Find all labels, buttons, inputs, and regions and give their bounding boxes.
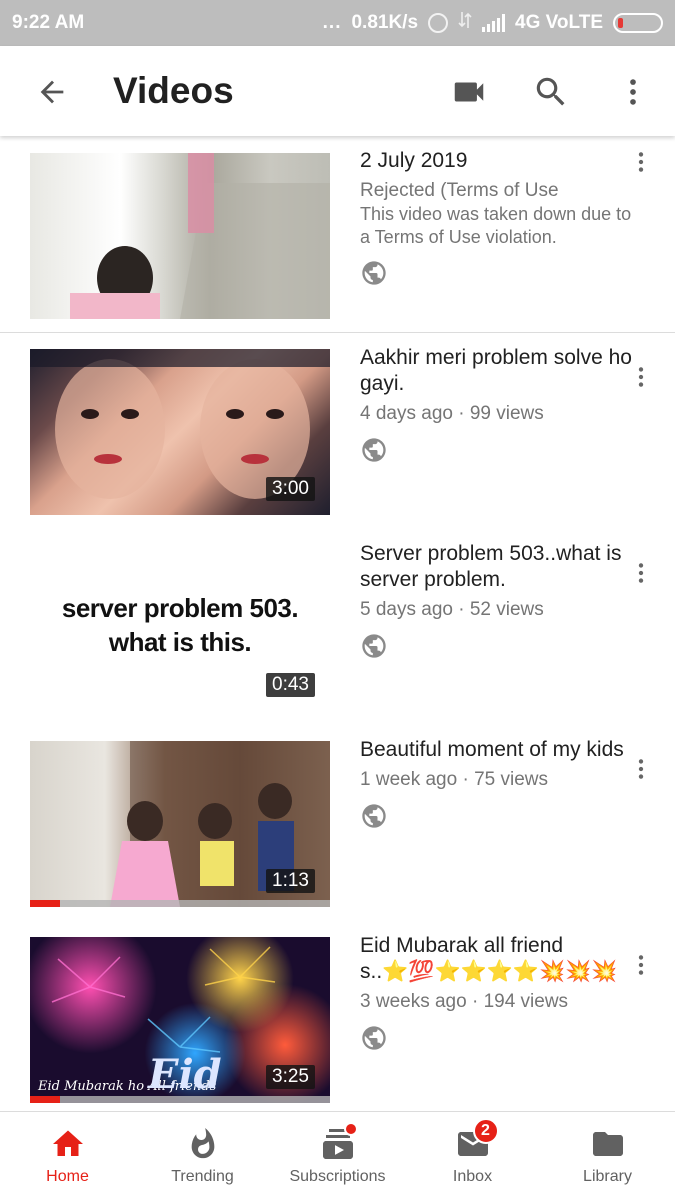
watch-progress-bar: [30, 900, 330, 907]
status-speed: 0.81K/s: [351, 12, 419, 33]
nav-label: Trending: [171, 1168, 234, 1185]
globe-icon: [362, 1026, 386, 1050]
video-title: Aakhir meri problem solve ho gayi.: [360, 346, 632, 395]
status-dots: ...: [322, 12, 342, 33]
video-thumbnail[interactable]: Eid Mubarak ho All friends Eid 3:25: [30, 937, 330, 1103]
arrow-back-icon: [40, 80, 64, 104]
subscriptions-icon: [318, 1122, 358, 1162]
videocam-icon: [454, 82, 484, 102]
watch-progress-fill: [30, 900, 60, 907]
video-thumbnail[interactable]: [30, 153, 330, 319]
nav-label: Subscriptions: [289, 1168, 386, 1185]
nav-label: Library: [583, 1168, 632, 1185]
video-duration: 0:43: [266, 673, 315, 697]
nav-subscriptions[interactable]: Subscriptions: [270, 1112, 405, 1200]
watch-progress-fill: [30, 1096, 60, 1103]
list-item[interactable]: server problem 503. what is this. 0:43 S…: [0, 529, 675, 725]
more-vert-icon: [638, 563, 644, 583]
video-duration: 3:25: [266, 1065, 315, 1089]
watch-progress-bar: [30, 1096, 330, 1103]
more-options-button[interactable]: [609, 68, 657, 116]
list-item[interactable]: 2 July 2019 Rejected (Terms of Use This …: [0, 136, 675, 333]
video-thumbnail[interactable]: server problem 503. what is this. 0:43: [30, 545, 330, 711]
video-duration: 3:00: [266, 477, 315, 501]
more-vert-icon: [638, 955, 644, 975]
video-title: Server problem 503..what is server probl…: [360, 542, 622, 591]
video-status: Rejected (Terms of Use: [360, 180, 559, 201]
home-icon: [48, 1126, 88, 1162]
network-type: 4G VoLTE: [515, 12, 603, 33]
search-button[interactable]: [527, 68, 575, 116]
more-vert-icon: [638, 152, 644, 172]
video-stats: 5 days ago · 52 views: [360, 599, 544, 620]
video-more-button[interactable]: [626, 945, 656, 985]
battery-icon: [613, 13, 663, 33]
video-more-button[interactable]: [626, 749, 656, 789]
nav-label: Inbox: [452, 1168, 493, 1185]
list-item[interactable]: Eid Mubarak ho All friends Eid 3:25 Eid …: [0, 921, 675, 1111]
video-list: 2 July 2019 Rejected (Terms of Use This …: [0, 136, 675, 1111]
upload-video-button[interactable]: [445, 68, 493, 116]
video-thumbnail[interactable]: 1:13: [30, 741, 330, 907]
video-meta: 2 July 2019 Rejected (Terms of Use This …: [360, 148, 640, 287]
inbox-badge: 2: [472, 1118, 499, 1144]
app-bar: Videos: [0, 46, 675, 136]
nav-label: Home: [46, 1168, 89, 1185]
video-more-button[interactable]: [626, 357, 656, 397]
status-bar: 9:22 AM ... 0.81K/s 4G VoLTE: [0, 0, 675, 46]
alarm-icon: [428, 13, 449, 33]
thumbnail-text: server problem 503. what is this.: [61, 593, 299, 657]
video-meta: Server problem 503..what is server probl…: [360, 541, 640, 660]
list-item[interactable]: 3:00 Aakhir meri problem solve ho gayi. …: [0, 333, 675, 529]
nav-trending[interactable]: Trending: [135, 1112, 270, 1200]
video-more-button[interactable]: [626, 142, 656, 182]
video-description: This video was taken down due to a Terms…: [360, 204, 632, 247]
folder-icon: [588, 1126, 628, 1162]
status-indicators: ... 0.81K/s 4G VoLTE: [323, 10, 663, 36]
globe-icon: [362, 261, 386, 285]
data-arrows-icon: [458, 10, 472, 36]
nav-inbox[interactable]: 2 Inbox: [405, 1112, 540, 1200]
signal-icon: [482, 14, 506, 32]
back-button[interactable]: [28, 68, 76, 116]
video-stats: 4 days ago · 99 views: [360, 403, 544, 424]
video-duration: 1:13: [266, 869, 315, 893]
video-title: 2 July 2019: [360, 149, 468, 172]
nav-home[interactable]: Home: [0, 1112, 135, 1200]
video-thumbnail[interactable]: 3:00: [30, 349, 330, 515]
video-title: Eid Mubarak all friend s..⭐💯⭐⭐⭐⭐💥💥💥: [360, 934, 618, 983]
thumbnail-image: [70, 153, 330, 319]
more-vert-icon: [638, 759, 644, 779]
more-vert-icon: [638, 367, 644, 387]
video-more-button[interactable]: [626, 553, 656, 593]
mail-icon: 2: [453, 1118, 499, 1162]
status-time: 9:22 AM: [12, 12, 85, 33]
thumbnail-text: Eid: [148, 1051, 222, 1098]
bottom-nav: Home Trending Subscriptions 2 Inbox Libr…: [0, 1111, 675, 1200]
video-stats: 3 weeks ago · 194 views: [360, 991, 569, 1012]
list-item[interactable]: 1:13 Beautiful moment of my kids 1 week …: [0, 725, 675, 921]
globe-icon: [362, 634, 386, 658]
video-title: Beautiful moment of my kids: [360, 738, 624, 761]
more-vert-icon: [630, 79, 636, 105]
globe-icon: [362, 804, 386, 828]
page-title: Videos: [113, 70, 234, 111]
video-meta: Aakhir meri problem solve ho gayi. 4 day…: [360, 345, 640, 464]
notification-dot: [343, 1122, 358, 1136]
search-icon: [536, 77, 565, 106]
nav-library[interactable]: Library: [540, 1112, 675, 1200]
globe-icon: [362, 438, 386, 462]
flame-icon: [183, 1126, 223, 1162]
video-stats: 1 week ago · 75 views: [360, 769, 548, 790]
video-meta: Eid Mubarak all friend s..⭐💯⭐⭐⭐⭐💥💥💥 3 we…: [360, 933, 640, 1052]
app-bar-actions: [445, 68, 657, 116]
video-meta: Beautiful moment of my kids 1 week ago ·…: [360, 737, 640, 830]
